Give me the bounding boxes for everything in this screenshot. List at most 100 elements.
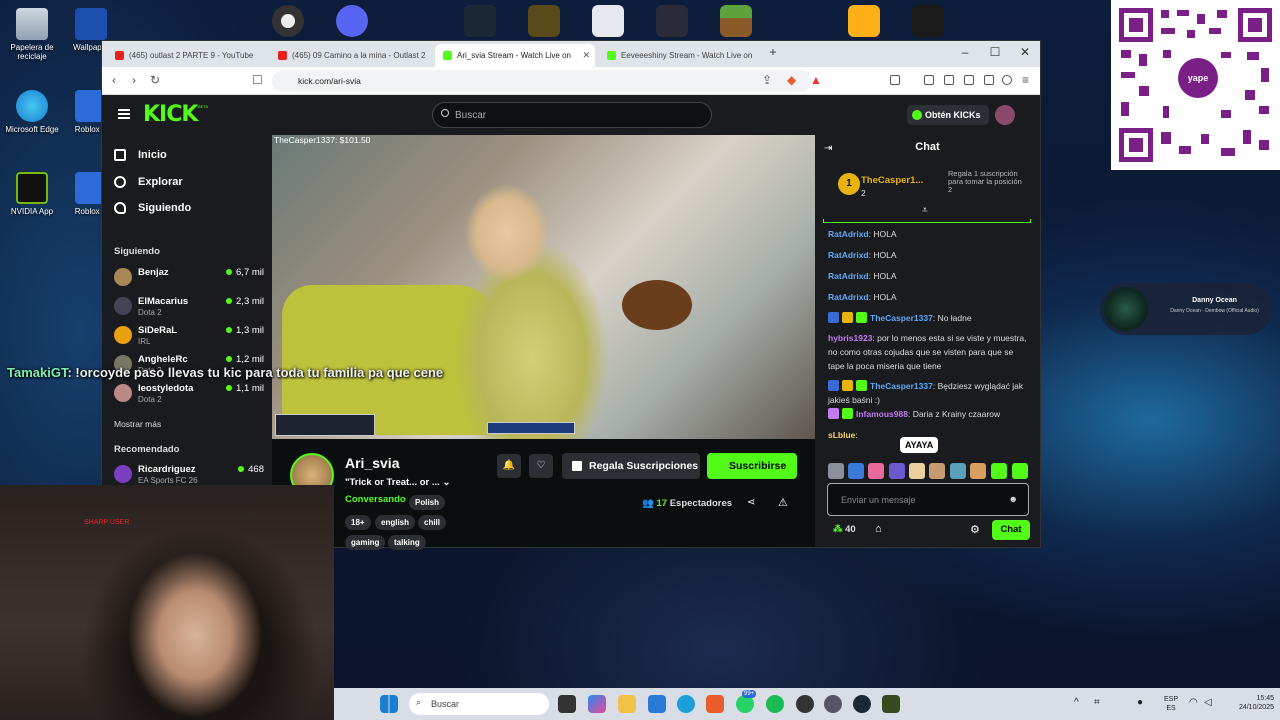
desktop-icon-recycle-bin[interactable]: Papelera de reciclaje [1,8,63,61]
tab-kick-ari-svia[interactable]: Ari_svia Stream - Watch Live on ✕ [435,44,595,67]
following-channel[interactable]: leostyledota Dota 2 1,1 mil [114,382,264,408]
mic-icon[interactable]: ● [1137,698,1143,708]
chat-username[interactable]: RatAdrixd [828,229,869,239]
brave-taskbar-icon[interactable] [706,695,724,713]
media-icon[interactable] [924,75,934,85]
chat-username[interactable]: RatAdrixd [828,271,869,281]
emote-icon[interactable] [970,463,986,479]
wifi-icon[interactable]: ◠ [1189,698,1198,708]
crab-game-icon[interactable] [592,5,624,37]
steam-icon[interactable] [464,5,496,37]
brave-shield-icon[interactable]: ◆ [787,73,796,87]
user-avatar[interactable] [995,105,1015,125]
close-tab-icon[interactable]: ✕ [582,50,590,61]
desktop-icon-nvidia[interactable]: NVIDIA App [1,172,63,216]
hamburger-menu-icon[interactable] [118,109,130,119]
following-channel[interactable]: SiDeRaL IRL 1,3 mil [114,324,264,350]
music-widget[interactable]: Danny Ocean Danny Ocean - Dembow (Offici… [1100,283,1272,335]
subscribe-button[interactable]: Suscribirse [707,453,797,479]
following-channel[interactable]: Benjaz 6,7 mil [114,266,264,292]
chat-settings-icon[interactable]: ⚙ [970,523,980,536]
bookmark-icon[interactable]: ☐ [252,73,263,87]
network-icon[interactable]: ⌗ [1094,698,1100,708]
taskbar-search[interactable]: ⌕ Buscar [409,693,549,715]
store-icon[interactable]: ⌂ [875,523,882,535]
stream-tag[interactable]: gaming [345,535,386,550]
tab-kick-eeveeeshiny[interactable]: Eeveeeshiny Stream - Watch Live on [599,44,761,67]
menu-icon[interactable]: ≡ [1022,73,1029,87]
kick-search-input[interactable]: Buscar [432,102,712,128]
following-channel[interactable]: ElMacarius Dota 2 2,3 mil [114,295,264,321]
nav-inicio[interactable]: Inicio [114,149,167,161]
tab-youtube-1[interactable]: (465) outlast 2 PARTE 9 - YouTube [107,44,269,67]
nav-explorar[interactable]: Explorar [114,176,183,188]
app-taskbar-icon[interactable] [882,695,900,713]
reload-icon[interactable]: ↻ [150,73,160,87]
chat-username[interactable]: RatAdrixd [828,250,869,260]
url-field[interactable]: kick.com/ari-svia [272,70,812,92]
follow-heart-button[interactable]: ♡ [529,454,553,478]
new-tab-button[interactable]: + [763,45,783,59]
chat-username[interactable]: TheCasper1337 [870,313,933,323]
notification-bell-button[interactable]: 🔔 [497,454,521,478]
emote-icon[interactable] [889,463,905,479]
chat-username[interactable]: hybris1923 [828,333,872,343]
gift-subs-button[interactable]: Regala Suscripciones [562,453,700,479]
windows-start-icon[interactable] [380,695,398,713]
clock[interactable]: 15:45 24/10/2025 [1234,694,1274,712]
report-icon[interactable]: ⚠ [778,496,788,509]
emote-icon[interactable] [1012,463,1028,479]
game-taskbar-icon[interactable] [824,695,842,713]
volume-icon[interactable]: ◁ [1204,698,1212,708]
discord-icon[interactable] [336,5,368,37]
chevron-up-icon[interactable]: ^ [1074,698,1079,708]
wallet-icon[interactable] [964,75,974,85]
game-character-icon[interactable] [656,5,688,37]
reading-list-icon[interactable] [944,75,954,85]
obs-icon[interactable] [272,5,304,37]
show-more-link[interactable]: Mostrar más [114,419,161,429]
maximize-button[interactable]: ☐ [985,45,1005,59]
forward-icon[interactable]: › [132,73,136,87]
desktop-icon-edge[interactable]: Microsoft Edge [1,90,63,134]
steam-taskbar-icon[interactable] [853,695,871,713]
share-icon[interactable]: ⋖ [747,497,755,508]
get-kicks-button[interactable]: Obtén KICKs [907,105,989,125]
close-window-button[interactable]: ✕ [1015,45,1035,59]
spotify-icon[interactable] [766,695,784,713]
language-tag[interactable]: Polish [409,495,446,510]
stream-tag[interactable]: talking [388,535,426,550]
share-icon[interactable]: ⇪ [762,73,772,87]
emote-icon[interactable] [848,463,864,479]
emoji-icon[interactable]: ☻ [1009,494,1018,504]
leo-ai-icon[interactable] [984,75,994,85]
file-explorer-icon[interactable] [618,695,636,713]
language-indicator[interactable]: ESP ES [1160,695,1182,713]
emote-icon[interactable] [929,463,945,479]
video-player[interactable]: TheCasper1337: $101.50 [272,135,815,439]
emote-icon[interactable] [950,463,966,479]
leaderboard-user[interactable]: TheCasper1... [861,175,923,186]
stream-category[interactable]: Conversando [345,494,406,505]
minimize-button[interactable]: – [955,45,975,59]
brave-rewards-icon[interactable]: ▲ [810,73,822,87]
streamer-name[interactable]: Ari_svia [345,455,399,471]
sidebar-toggle-icon[interactable] [890,75,900,85]
chat-message-input[interactable]: Enviar un mensaje ☻ [827,483,1029,516]
chat-send-button[interactable]: Chat [992,520,1030,540]
gta-icon[interactable] [912,5,944,37]
ms-store-icon[interactable] [648,695,666,713]
task-view-icon[interactable] [558,695,576,713]
obs-taskbar-icon[interactable] [796,695,814,713]
back-icon[interactable]: ‹ [112,73,116,87]
stream-tag[interactable]: 18+ [345,515,371,530]
chevron-down-icon[interactable]: ⌄ [442,477,450,488]
chat-username[interactable]: sLblue [828,430,855,440]
emote-icon[interactable] [909,463,925,479]
nav-siguiendo[interactable]: Siguiendo [114,202,191,214]
copilot-icon[interactable] [588,695,606,713]
game-icon[interactable] [528,5,560,37]
kick-logo[interactable]: KICK [143,102,198,127]
vpn-icon[interactable] [1002,75,1012,85]
chat-username[interactable]: RatAdrixd [828,292,869,302]
